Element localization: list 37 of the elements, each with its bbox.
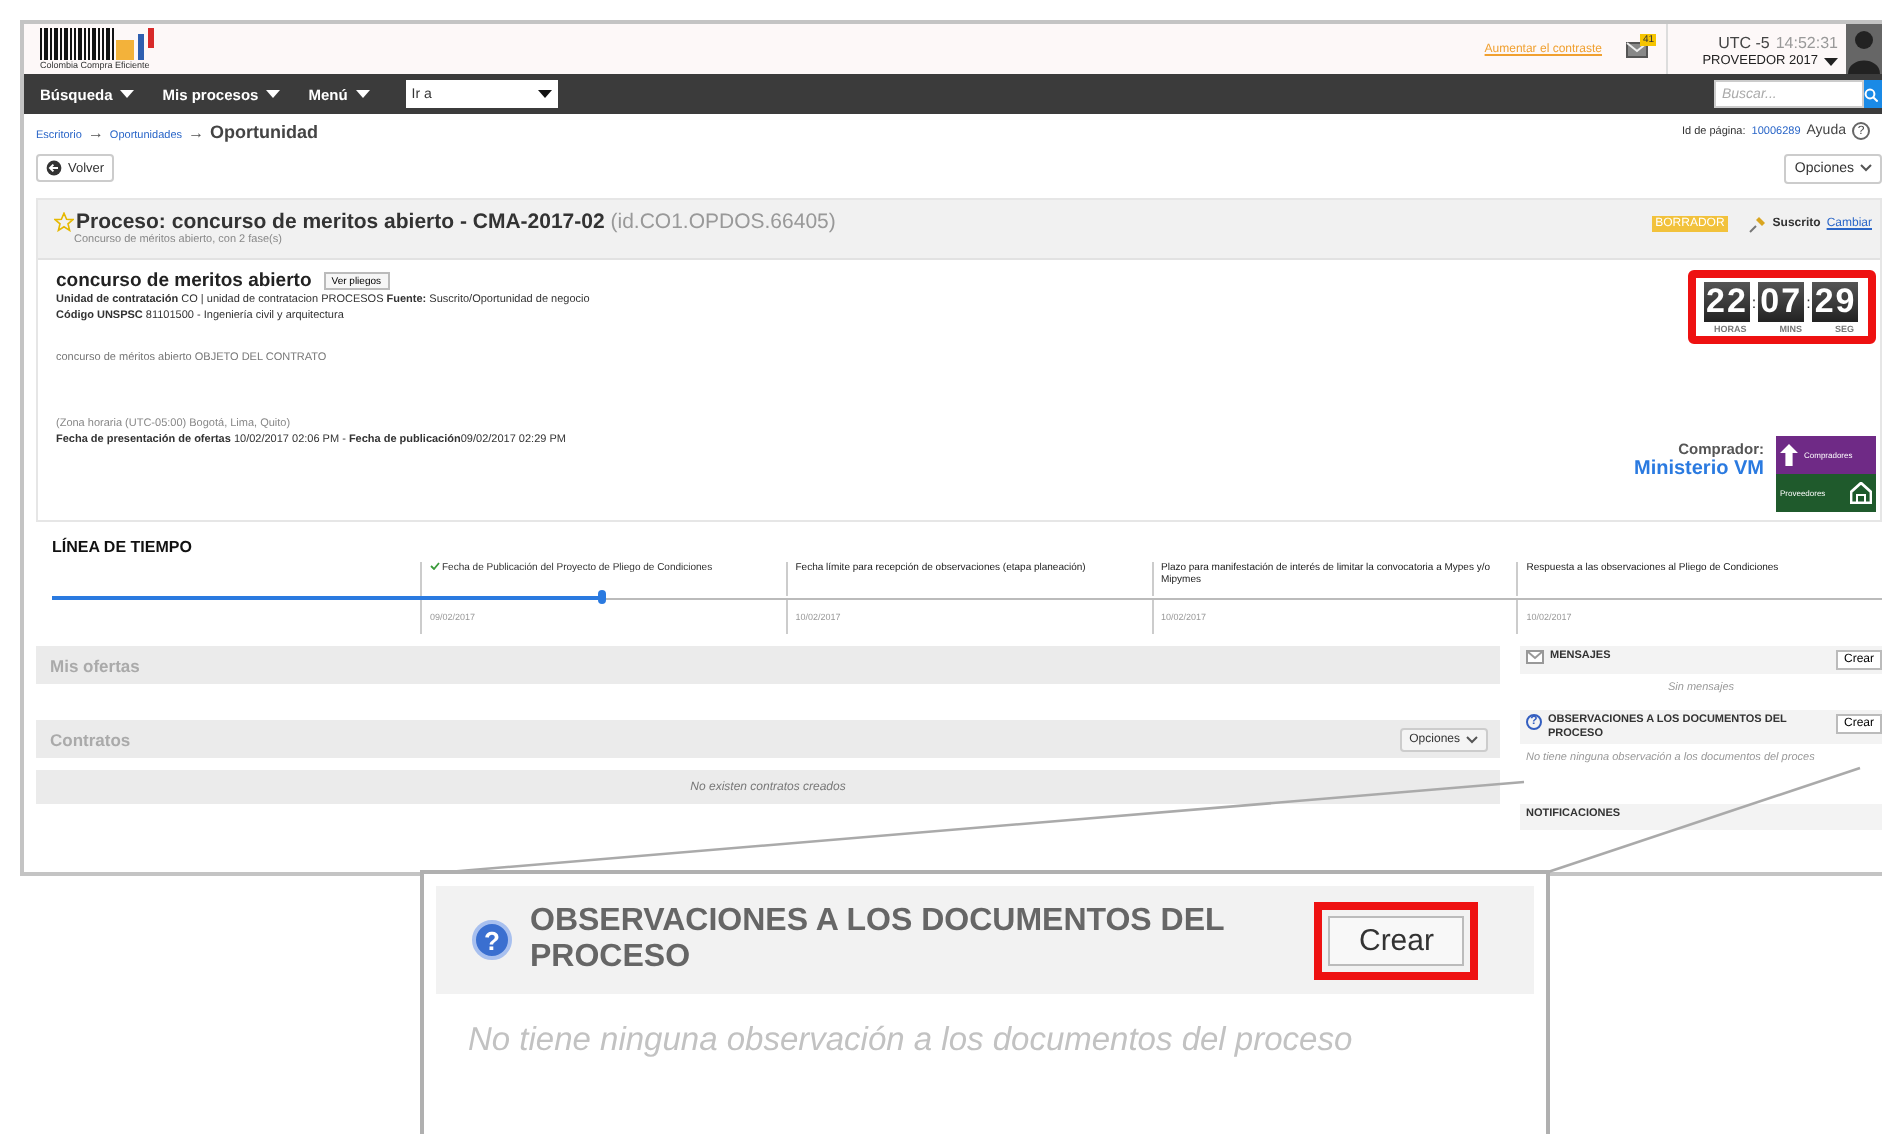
caret-icon (1824, 57, 1838, 65)
chevron-down-icon (1860, 164, 1872, 172)
process-title: Proceso: concurso de meritos abierto - CMA-2017-02 (id.CO1.OPDOS.66405) (76, 210, 836, 234)
page-heading: Oportunidad (210, 121, 319, 141)
caret-icon (266, 90, 281, 98)
time-separator: : (1806, 293, 1811, 311)
create-button[interactable]: Crear (1328, 915, 1464, 965)
section-title: Contratos (50, 729, 131, 749)
time-separator: : (1751, 293, 1757, 311)
breadcrumb-separator: → (87, 123, 104, 141)
buyer-link[interactable]: Ministerio VM (1633, 458, 1764, 480)
countdown-digits: 29 (1812, 282, 1859, 322)
clock-time: 14:52:31 (1775, 34, 1838, 54)
house-icon (1850, 482, 1872, 504)
caret-icon (120, 90, 135, 98)
section-bar: Mis ofertas (36, 646, 1500, 684)
help-icon: ? (472, 920, 512, 960)
countdown-digits: 07 (1758, 282, 1805, 322)
countdown-digits: 22 (1704, 282, 1750, 322)
avatar-icon (1846, 24, 1882, 74)
empty-state-message: No tiene ninguna observación a los documentos del proceso (466, 1020, 1355, 1060)
caret-icon (537, 90, 552, 98)
breadcrumb-separator: → (188, 123, 205, 141)
up-arrow-icon (1780, 444, 1798, 466)
pin-icon (1748, 215, 1767, 233)
mail-icon (1626, 41, 1648, 57)
chevron-down-icon (1466, 735, 1478, 743)
star-icon (54, 212, 74, 232)
barcode-logo-icon (40, 28, 156, 60)
timeline-title: LÍNEA DE TIEMPO (52, 538, 194, 556)
timezone-label: UTC -5 (1718, 34, 1770, 54)
panel-title: OBSERVACIONES A LOS DOCUMENTOS DEL PROCESO (530, 904, 1227, 976)
caret-icon (355, 90, 370, 98)
back-arrow-icon (46, 160, 62, 176)
search-icon (1864, 87, 1878, 101)
search-button[interactable] (1864, 80, 1882, 108)
process-name: concurso de meritos abierto (56, 270, 312, 292)
